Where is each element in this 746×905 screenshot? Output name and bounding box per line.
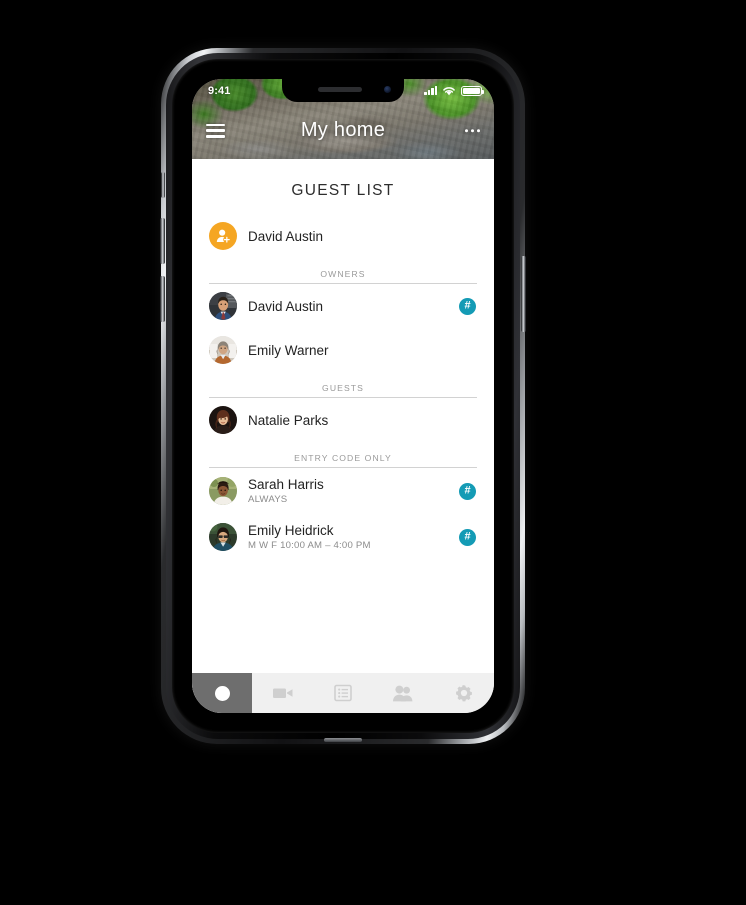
front-camera-icon (384, 86, 391, 93)
person-name: Sarah Harris (248, 476, 324, 492)
list-item-texts: Emily Warner (248, 343, 476, 358)
gear-icon (455, 685, 472, 702)
entry-code-keypad-glyph: # (464, 484, 471, 496)
wifi-icon (443, 86, 455, 95)
avatar-photo-natalie-parks (209, 406, 237, 434)
list-item-texts: Emily Heidrick M W F 10:00 AM – 4:00 PM (248, 523, 459, 552)
section-owners: OWNERS (192, 260, 494, 284)
list-item-texts: Sarah Harris ALWAYS (248, 477, 459, 506)
entry-code-keypad-glyph: # (464, 299, 471, 311)
entry-code-keypad-icon[interactable]: # (459, 297, 476, 315)
section-entry-code-only: ENTRY CODE ONLY (192, 444, 494, 468)
person-schedule: M W F 10:00 AM – 4:00 PM (248, 539, 371, 551)
list-icon (334, 684, 352, 702)
tab-list[interactable] (313, 673, 373, 713)
avatar (209, 336, 237, 364)
navigation-bar: My home (192, 102, 494, 159)
add-person-glyph (216, 229, 231, 244)
list-item[interactable]: David Austin # (192, 284, 494, 328)
list-item[interactable]: Sarah Harris ALWAYS # (192, 468, 494, 514)
avatar (209, 406, 237, 434)
person-name: Emily Warner (248, 342, 329, 358)
list-item-texts: David Austin (248, 299, 459, 314)
tab-record[interactable] (192, 673, 253, 713)
more-options-icon[interactable] (464, 128, 480, 133)
status-bar-clock: 9:41 (208, 84, 231, 97)
phone-screen: 9:41 My home GUEST LIST David Austin OWN… (192, 79, 494, 713)
tab-video[interactable] (252, 673, 312, 713)
list-item-texts: Natalie Parks (248, 413, 476, 428)
bottom-speaker-grille (324, 738, 362, 742)
entry-code-keypad-glyph: # (464, 530, 471, 542)
avatar (209, 523, 237, 551)
battery-full-icon (461, 85, 485, 96)
video-camera-icon (272, 688, 293, 698)
person-schedule: ALWAYS (248, 493, 288, 505)
tab-settings[interactable] (434, 673, 494, 713)
person-name: Emily Heidrick (248, 522, 334, 538)
list-item[interactable]: Emily Warner (192, 328, 494, 372)
screenshot-canvas: 9:41 My home GUEST LIST David Austin OWN… (0, 0, 746, 905)
section-guests: GUESTS (192, 374, 494, 398)
guest-list-content: GUEST LIST David Austin OWNERS David Aus… (192, 159, 494, 673)
people-icon (393, 685, 413, 701)
avatar-photo-emily-warner (209, 336, 237, 364)
avatar-photo-sarah-harris (209, 477, 237, 505)
add-guest-row[interactable]: David Austin (192, 214, 494, 258)
add-person-icon (209, 222, 237, 250)
section-label-guests: GUESTS (322, 383, 364, 393)
section-label-entry-code-only: ENTRY CODE ONLY (294, 453, 392, 463)
phone-device: 9:41 My home GUEST LIST David Austin OWN… (160, 48, 526, 744)
add-guest-name: David Austin (248, 228, 324, 244)
status-bar-indicators (424, 85, 485, 96)
avatar-photo-emily-heidrick (209, 523, 237, 551)
person-name: David Austin (248, 298, 324, 314)
list-item[interactable]: Emily Heidrick M W F 10:00 AM – 4:00 PM … (192, 514, 494, 560)
mute-switch[interactable] (161, 172, 165, 198)
earpiece-speaker (318, 87, 362, 92)
guest-list-heading: GUEST LIST (291, 182, 395, 199)
avatar-photo-david-austin (209, 292, 237, 320)
entry-code-keypad-icon[interactable]: # (459, 528, 476, 546)
power-button[interactable] (521, 256, 526, 332)
section-label-owners: OWNERS (320, 269, 366, 279)
cellular-signal-icon (424, 86, 437, 95)
tab-people[interactable] (373, 673, 433, 713)
device-notch (282, 79, 404, 102)
bottom-tab-bar (192, 673, 494, 713)
volume-down-button[interactable] (160, 276, 165, 322)
avatar (209, 292, 237, 320)
person-name: Natalie Parks (248, 412, 329, 428)
avatar (209, 477, 237, 505)
list-item[interactable]: Natalie Parks (192, 398, 494, 442)
volume-up-button[interactable] (160, 218, 165, 264)
page-title: My home (300, 119, 386, 141)
add-guest-texts: David Austin (248, 229, 476, 244)
entry-code-keypad-icon[interactable]: # (459, 482, 476, 500)
record-circle-icon (214, 685, 230, 701)
hamburger-menu-icon[interactable] (206, 123, 225, 138)
